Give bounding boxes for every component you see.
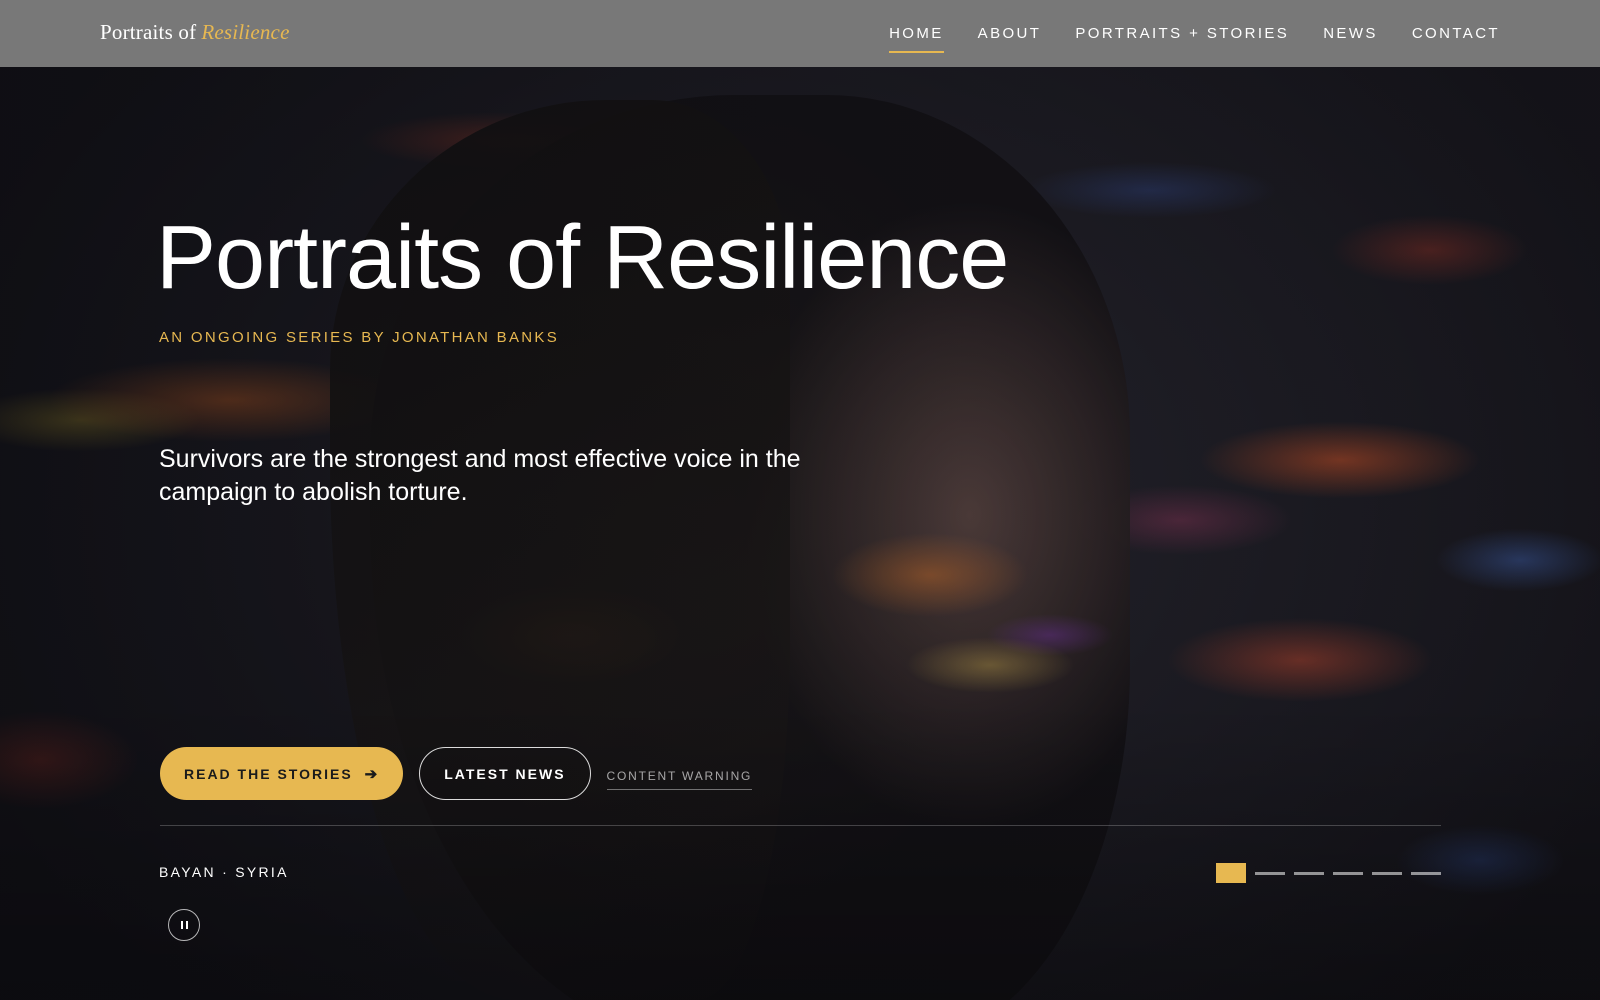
slide-indicator-3[interactable] [1294, 871, 1324, 875]
slide-indicator-4[interactable] [1333, 871, 1363, 875]
hero-divider [160, 825, 1441, 826]
brand-accent: Resilience [201, 20, 290, 44]
slide-caption: BAYAN · SYRIA [159, 864, 289, 880]
content-warning-link[interactable]: CONTENT WARNING [606, 769, 753, 790]
slide-indicator-6[interactable] [1411, 871, 1441, 875]
latest-news-button[interactable]: LATEST NEWS [419, 747, 591, 800]
top-navigation-bar: Portraits of Resilience HOME ABOUT PORTRA… [0, 0, 1600, 67]
slide-indicator-2[interactable] [1255, 871, 1285, 875]
nav-item-portraits-stories[interactable]: PORTRAITS + STORIES [1075, 21, 1289, 46]
pause-slideshow-button[interactable] [168, 909, 200, 941]
slide-indicator-1[interactable] [1216, 863, 1246, 883]
read-the-stories-button[interactable]: READ THE STORIES ➔ [160, 747, 404, 800]
nav-item-contact[interactable]: CONTACT [1412, 21, 1500, 46]
slide-indicator-5[interactable] [1372, 871, 1402, 875]
arrow-right-icon: ➔ [364, 765, 380, 783]
hero-subtitle: AN ONGOING SERIES BY JONATHAN BANKS [159, 329, 560, 346]
main-nav: HOME ABOUT PORTRAITS + STORIES NEWS CONT… [889, 0, 1500, 67]
nav-item-about[interactable]: ABOUT [978, 21, 1042, 46]
cta-row: READ THE STORIES ➔ LATEST NEWS CONTENT W… [160, 747, 753, 800]
read-the-stories-label: READ THE STORIES [184, 765, 353, 782]
brand-logo[interactable]: Portraits of Resilience [100, 20, 290, 45]
brand-prefix: Portraits of [100, 20, 197, 44]
hero-title: Portraits of Resilience [156, 208, 1009, 308]
pause-icon [180, 921, 188, 929]
nav-item-home[interactable]: HOME [889, 21, 944, 53]
hero-tagline: Survivors are the strongest and most eff… [159, 445, 801, 506]
slide-indicators [1216, 863, 1441, 883]
nav-item-news[interactable]: NEWS [1323, 21, 1378, 46]
